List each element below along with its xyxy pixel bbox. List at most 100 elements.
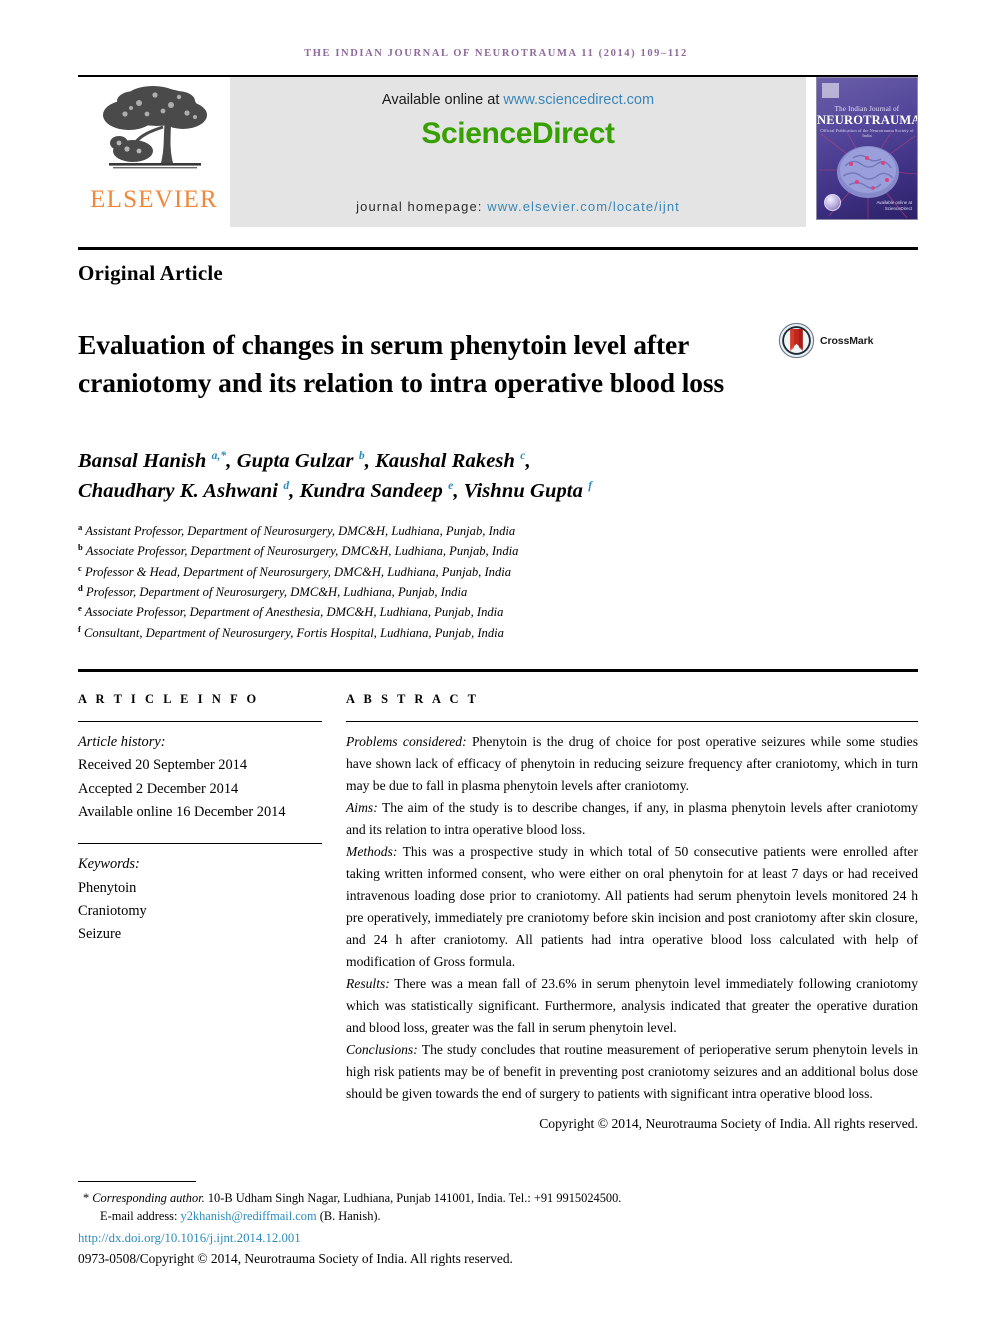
corresponding-author-note: * Corresponding author. 10-B Udham Singh… [83, 1190, 622, 1205]
affiliation-mark: b [78, 542, 83, 553]
crossmark-badge[interactable]: CrossMark [778, 308, 890, 359]
affiliation-item: c Professor & Head, Department of Neuros… [78, 562, 918, 582]
journal-homepage-link[interactable]: www.elsevier.com/locate/ijnt [487, 199, 680, 214]
abstract-section-text: The aim of the study is to describe chan… [346, 800, 918, 838]
sciencedirect-logo: ScienceDirect [421, 117, 615, 150]
journal-cover-thumbnail: The Indian Journal of NEUROTRAUMA Offici… [816, 77, 918, 220]
corresponding-author-address: 10-B Udham Singh Nagar, Ludhiana, Punjab… [204, 1190, 622, 1205]
author-item: Chaudhary K. Ashwani d, [78, 480, 295, 503]
abstract-paragraph: Aims: The aim of the study is to describ… [346, 797, 918, 841]
author-affiliation-mark: b [358, 449, 365, 462]
affiliation-item: b Associate Professor, Department of Neu… [78, 541, 918, 561]
email-link[interactable]: y2khanish@rediffmail.com [181, 1209, 317, 1223]
author-list: Bansal Hanish a,*, Gupta Gulzar b, Kaush… [78, 446, 918, 508]
author-name: Vishnu Gupta [463, 480, 583, 503]
keywords-block: Keywords: Phenytoin Craniotomy Seizure [78, 844, 322, 946]
footnote-rule [78, 1180, 196, 1182]
received-date: Received 20 September 2014 [78, 757, 248, 774]
abstract-paragraph: Problems considered: Phenytoin is the dr… [346, 731, 918, 797]
cover-society-seal-icon [824, 194, 841, 211]
journal-cover-container: The Indian Journal of NEUROTRAUMA Offici… [806, 77, 918, 227]
article-history-block: Article history: Received 20 September 2… [78, 722, 322, 824]
affiliation-list: a Assistant Professor, Department of Neu… [78, 521, 918, 643]
author-item: Vishnu Gupta f [464, 480, 592, 502]
author-name: Gupta Gulzar [236, 449, 354, 472]
affiliation-mark: a [78, 522, 83, 533]
affiliation-mark: c [78, 562, 82, 573]
affiliation-mark: d [78, 583, 83, 594]
affiliation-item: d Professor, Department of Neurosurgery,… [78, 582, 918, 602]
abstract-paragraph: Results: There was a mean fall of 23.6% … [346, 973, 918, 1039]
abstract-section-text: This was a prospective study in which to… [346, 844, 918, 970]
abstract-paragraph: Methods: This was a prospective study in… [346, 841, 918, 973]
accepted-date: Accepted 2 December 2014 [78, 780, 239, 797]
author-affiliation-mark: c [520, 449, 526, 462]
sciencedirect-banner: Available online at www.sciencedirect.co… [230, 77, 806, 227]
affiliation-text: Associate Professor, Department of Anest… [84, 605, 504, 620]
author-affiliation-mark: e [448, 480, 454, 493]
article-type-section: Original Article [78, 247, 918, 286]
crossmark-icon [778, 322, 815, 359]
author-item: Kaushal Rakesh c, [375, 449, 531, 472]
cover-elsevier-mark-icon [822, 83, 839, 98]
info-abstract-section: A R T I C L E I N F O Article history: R… [78, 669, 918, 1132]
author-item: Kundra Sandeep e, [299, 480, 459, 503]
available-online-date: Available online 16 December 2014 [78, 804, 286, 821]
author-name: Kaushal Rakesh [375, 449, 515, 472]
page-footer: * Corresponding author. 10-B Udham Singh… [78, 1180, 918, 1267]
affiliation-text: Consultant, Department of Neurosurgery, … [84, 625, 504, 640]
journal-homepage-line: journal homepage: www.elsevier.com/locat… [356, 199, 680, 214]
journal-homepage-label: journal homepage: [356, 199, 488, 214]
title-row: Evaluation of changes in serum phenytoin… [78, 308, 918, 420]
article-history-label: Article history: [78, 734, 166, 751]
author-affiliation-mark: d [283, 480, 290, 493]
email-label: E-mail address: [100, 1209, 181, 1224]
abstract-column: A B S T R A C T Problems considered: Phe… [346, 692, 918, 1132]
abstract-section-text: There was a mean fall of 23.6% in serum … [346, 976, 918, 1036]
abstract-section-label: Conclusions: [346, 1042, 418, 1058]
email-note: E-mail address: y2khanish@rediffmail.com… [78, 1207, 918, 1226]
doi-link[interactable]: http://dx.doi.org/10.1016/j.ijnt.2014.12… [78, 1231, 918, 1246]
available-online-text: Available online at [381, 92, 504, 108]
affiliation-item: a Assistant Professor, Department of Neu… [78, 521, 918, 541]
cover-title-small: The Indian Journal of [834, 105, 900, 113]
available-online-line: Available online at www.sciencedirect.co… [382, 92, 654, 108]
elsevier-wordmark: ELSEVIER [90, 186, 218, 213]
affiliation-mark: f [78, 623, 81, 634]
article-type-label: Original Article [78, 261, 223, 285]
issn-copyright-line: 0973-0508/Copyright © 2014, Neurotrauma … [78, 1251, 513, 1266]
keywords-label: Keywords: [78, 856, 140, 873]
author-name: Chaudhary K. Ashwani [78, 480, 279, 503]
affiliation-mark: e [78, 603, 82, 614]
affiliation-text: Professor, Department of Neurosurgery, D… [85, 585, 468, 600]
author-item: Bansal Hanish a,*, [78, 449, 232, 472]
affiliation-text: Associate Professor, Department of Neuro… [85, 544, 519, 559]
author-name: Kundra Sandeep [299, 480, 443, 503]
running-head: The Indian Journal of Neurotrauma 11 (20… [304, 48, 688, 59]
masthead: ELSEVIER Available online at www.science… [78, 75, 918, 227]
article-info-column: A R T I C L E I N F O Article history: R… [78, 692, 346, 1132]
article-title: Evaluation of changes in serum phenytoin… [78, 329, 725, 398]
elsevier-tree-icon [95, 81, 213, 185]
keyword-item: Phenytoin [78, 879, 137, 896]
abstract-paragraph: Conclusions: The study concludes that ro… [346, 1039, 918, 1105]
abstract-section-label: Aims: [346, 800, 378, 816]
author-affiliation-mark: a,* [211, 449, 227, 462]
abstract-section-label: Results: [346, 976, 390, 992]
author-affiliation-mark: f [588, 480, 593, 493]
abstract-copyright: Copyright © 2014, Neurotrauma Society of… [539, 1116, 918, 1132]
author-item: Gupta Gulzar b, [236, 449, 370, 472]
keyword-item: Craniotomy [78, 903, 147, 920]
article-info-heading: A R T I C L E I N F O [78, 692, 260, 707]
cover-title-main: NEUROTRAUMA [817, 113, 918, 127]
corresponding-author-label: Corresponding author. [92, 1190, 205, 1205]
abstract-section-label: Problems considered: [346, 734, 467, 750]
abstract-heading: A B S T R A C T [346, 692, 479, 707]
sciencedirect-link[interactable]: www.sciencedirect.com [503, 92, 654, 108]
cover-sciencedirect-note: Available online at ScienceDirect [876, 200, 912, 212]
affiliation-item: e Associate Professor, Department of Ane… [78, 602, 918, 622]
crossmark-label: CrossMark [820, 334, 874, 347]
email-suffix: (B. Hanish). [316, 1209, 381, 1224]
keyword-item: Seizure [78, 926, 122, 943]
affiliation-text: Professor & Head, Department of Neurosur… [84, 564, 512, 579]
